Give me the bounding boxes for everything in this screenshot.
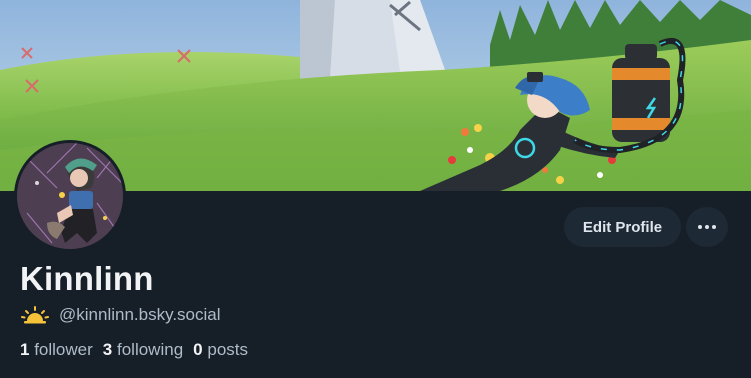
avatar[interactable]	[14, 140, 126, 252]
following-label: following	[117, 340, 184, 359]
sunrise-emoji-icon	[21, 306, 49, 324]
edit-profile-button[interactable]: Edit Profile	[564, 207, 681, 247]
display-name: Kinnlinn	[20, 260, 154, 297]
posts-label: posts	[207, 340, 248, 359]
followers-label: follower	[34, 340, 93, 359]
posts-stat: 0 posts	[193, 340, 248, 360]
more-options-button[interactable]	[686, 207, 728, 247]
handle-row: @kinnlinn.bsky.social	[21, 305, 221, 325]
ellipsis-icon	[698, 225, 716, 229]
profile-handle: @kinnlinn.bsky.social	[59, 305, 221, 324]
avatar-illustration	[17, 143, 123, 249]
following-link[interactable]: 3 following	[103, 340, 183, 360]
followers-link[interactable]: 1 follower	[20, 340, 93, 360]
following-count: 3	[102, 340, 113, 359]
posts-count: 0	[193, 340, 203, 359]
profile-stats: 1 follower 3 following 0 posts	[20, 340, 248, 360]
followers-count: 1	[20, 340, 30, 359]
